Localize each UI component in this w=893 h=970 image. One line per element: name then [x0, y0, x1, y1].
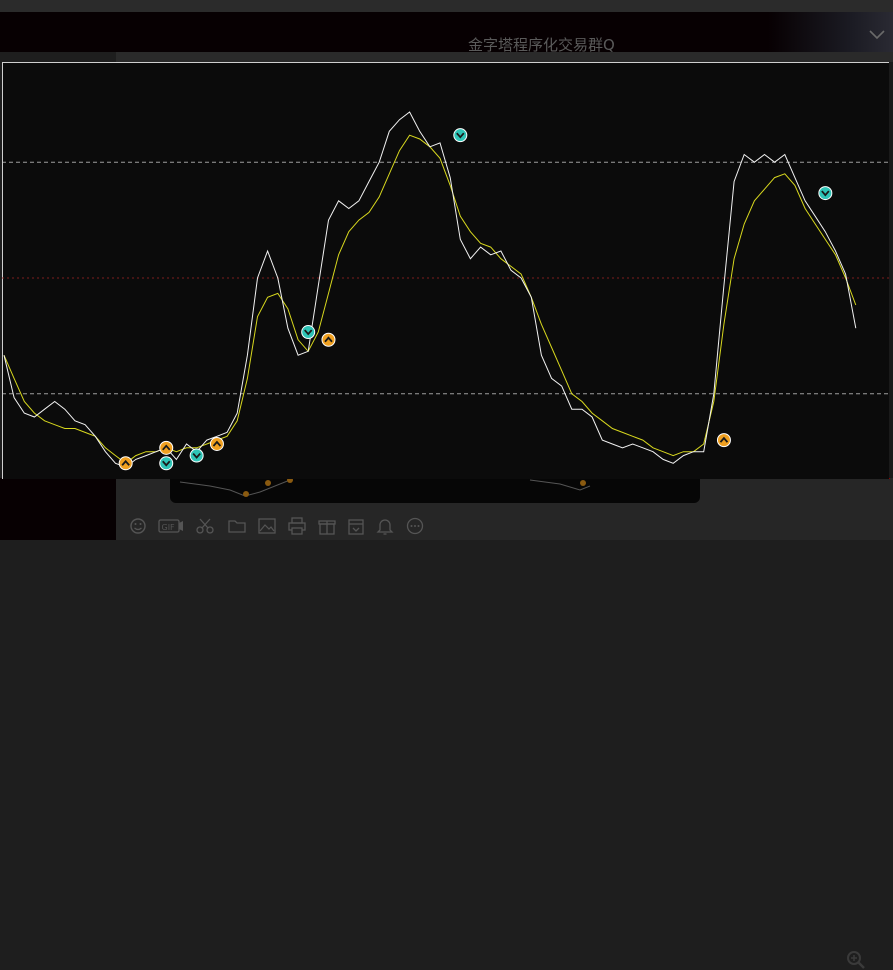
thumbnail-marker — [265, 480, 271, 486]
scissors-icon[interactable] — [195, 516, 215, 536]
buy-signal-marker — [209, 436, 224, 451]
sell-marker-circle — [818, 186, 833, 201]
buy-signal-marker — [159, 440, 174, 455]
price-series-line — [3, 111, 857, 468]
sell-signal-marker — [189, 448, 204, 463]
buy-signal-marker — [716, 433, 731, 448]
sell-signal-marker — [818, 186, 833, 201]
folder-icon[interactable] — [227, 516, 247, 536]
chat-header: 金字塔程序化交易群Q — [0, 12, 893, 54]
sell-signal-marker — [301, 325, 316, 340]
sell-marker-circle — [301, 325, 316, 340]
sell-marker-circle — [453, 128, 468, 143]
gift-icon[interactable] — [317, 516, 337, 536]
chat-subheader — [116, 52, 893, 62]
buy-marker-circle — [159, 440, 174, 455]
buy-marker-circle — [118, 456, 133, 471]
indicator-chart — [2, 62, 890, 479]
signal-series-line — [3, 134, 857, 464]
buy-signal-marker — [321, 332, 336, 347]
more-icon[interactable] — [405, 516, 425, 536]
thumbnail-marker — [243, 491, 249, 497]
buy-marker-circle — [209, 436, 224, 451]
window-top-strip — [0, 0, 893, 12]
sell-signal-marker — [453, 128, 468, 143]
buy-marker-circle — [321, 332, 336, 347]
right-scroll-edge — [889, 62, 893, 478]
gif-icon[interactable]: GIF — [158, 516, 184, 536]
thumbnail-marker — [580, 480, 586, 486]
buy-marker-circle — [716, 433, 731, 448]
buy-signal-marker — [118, 456, 133, 471]
image-icon[interactable] — [257, 516, 277, 536]
sell-signal-marker — [159, 456, 174, 471]
left-panel-dark — [0, 478, 116, 540]
emoji-icon[interactable] — [128, 516, 148, 536]
bell-icon[interactable] — [375, 516, 395, 536]
sell-marker-circle — [189, 448, 204, 463]
svg-text:GIF: GIF — [162, 523, 176, 532]
chart-canvas — [2, 63, 889, 479]
zoom-in-icon[interactable] — [846, 950, 866, 970]
sell-marker-circle — [159, 456, 174, 471]
calendar-icon[interactable] — [346, 516, 366, 536]
chevron-down-icon[interactable] — [868, 28, 886, 42]
printer-icon[interactable] — [287, 516, 307, 536]
